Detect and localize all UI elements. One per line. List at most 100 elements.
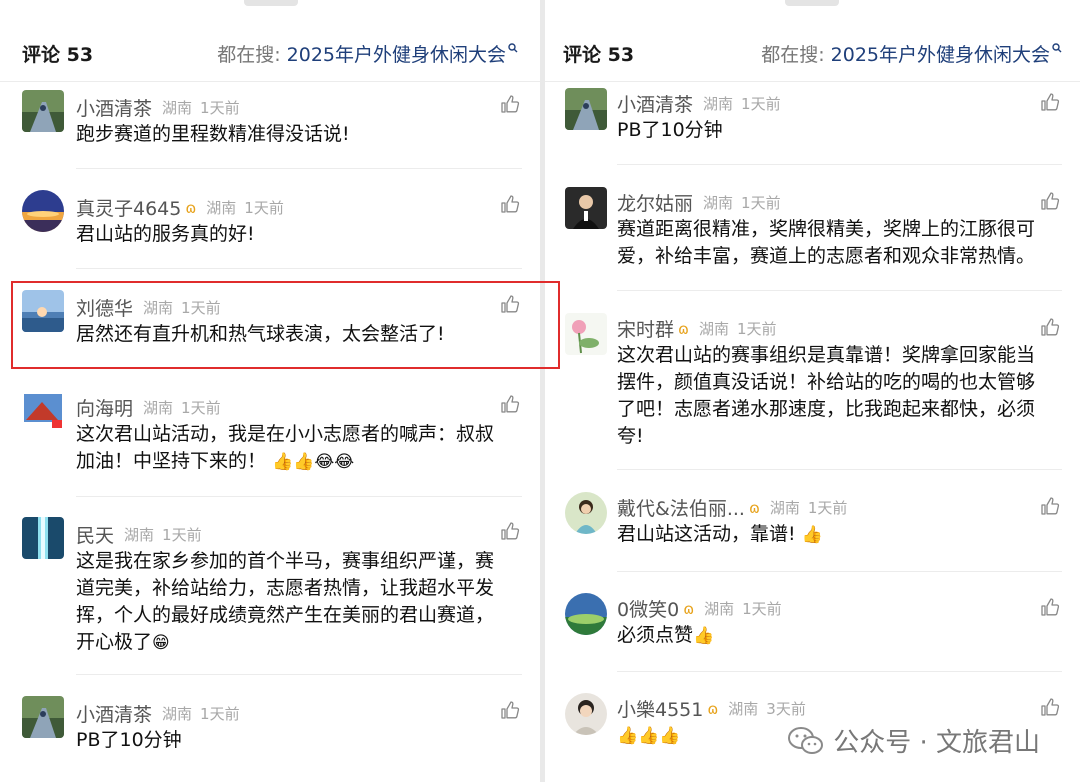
- comment-text: 必须点赞👍: [617, 622, 1060, 650]
- comment-time: 1天前: [181, 399, 221, 417]
- divider: [617, 290, 1062, 291]
- vip-badge-icon: ɷ: [748, 498, 760, 517]
- commenter-name[interactable]: 0微笑0: [617, 595, 679, 622]
- avatar[interactable]: [565, 492, 607, 534]
- comment-time: 1天前: [742, 600, 782, 618]
- comment-text: PB了10分钟: [76, 729, 182, 751]
- comment-text-line: 挥，个人的最好成绩竟然产生在美丽的君山赛道，: [76, 604, 495, 626]
- comment-text: 这次君山站的赛事组织是真靠谱！奖牌拿回家能当 摆件，颜值真没话说！补给站的吃的喝…: [617, 342, 1060, 450]
- comment-text-line: 这是我在家乡参加的首个半马，赛事组织严谨，赛: [76, 550, 495, 572]
- thumb-up-icon[interactable]: [1040, 496, 1060, 516]
- thumb-up-icon[interactable]: [1040, 92, 1060, 112]
- commenter-name[interactable]: 真灵子4645: [76, 194, 181, 221]
- search-hint-keyword: 2025年户外健身休闲大会: [286, 44, 506, 66]
- comment-location: 湖南: [162, 99, 193, 117]
- comment-item: 向海明 湖南 1天前 这次君山站活动，我是在小小志愿者的喊声：叔叔 加油！中坚持…: [0, 390, 540, 500]
- comment-time: 1天前: [244, 199, 284, 217]
- avatar[interactable]: [565, 187, 607, 229]
- comment-item: 真灵子4645 ɷ 湖南 1天前 君山站的服务真的好!: [0, 190, 540, 270]
- wechat-icon: [788, 726, 824, 754]
- search-hint-keyword: 2025年户外健身休闲大会: [830, 44, 1050, 66]
- commenter-name[interactable]: 小酒清茶: [617, 90, 693, 117]
- divider: [617, 164, 1062, 165]
- comment-text-line: 摆件，颜值真没话说！补给站的吃的喝的也太管够: [617, 371, 1036, 393]
- comment-item: 小酒清茶 湖南 1天前 PB了10分钟: [545, 88, 1080, 164]
- comments-count-title: 评论 53: [563, 44, 635, 66]
- comment-location: 湖南: [703, 194, 734, 212]
- comment-time: 1天前: [200, 99, 240, 117]
- trending-search-link[interactable]: 都在搜: 2025年户外健身休闲大会: [217, 40, 518, 67]
- comment-location: 湖南: [704, 600, 735, 618]
- comment-text-line: 爱，补给丰富，赛道上的志愿者和观众非常热情。: [617, 245, 1036, 267]
- commenter-name[interactable]: 小酒清茶: [76, 700, 152, 727]
- emoji: 👍: [693, 626, 715, 646]
- vip-badge-icon: ɷ: [707, 699, 719, 718]
- avatar[interactable]: [22, 90, 64, 132]
- comment-item: 民天 湖南 1天前 这是我在家乡参加的首个半马，赛事组织严谨，赛 道完美，补给站…: [0, 517, 540, 677]
- thumb-up-icon[interactable]: [500, 521, 520, 541]
- thumb-up-icon[interactable]: [500, 194, 520, 214]
- comment-location: 湖南: [143, 399, 174, 417]
- comment-time: 1天前: [741, 95, 781, 113]
- comment-time: 1天前: [741, 194, 781, 212]
- comments-count-title: 评论 53: [22, 44, 94, 66]
- comment-time: 1天前: [162, 526, 202, 544]
- divider: [76, 168, 522, 169]
- avatar[interactable]: [22, 517, 64, 559]
- divider: [617, 571, 1062, 572]
- emoji: 👍👍😂😂: [272, 452, 355, 472]
- thumb-up-icon[interactable]: [1040, 191, 1060, 211]
- comment-text-line: 加油！中坚持下来的！: [76, 450, 267, 472]
- thumb-up-icon[interactable]: [500, 394, 520, 414]
- avatar[interactable]: [565, 313, 607, 355]
- avatar[interactable]: [22, 390, 64, 432]
- trending-search-link[interactable]: 都在搜: 2025年户外健身休闲大会: [761, 40, 1062, 67]
- comments-panel-right: 评论 53 都在搜: 2025年户外健身休闲大会 小酒清茶 湖南 1天前 PB了…: [545, 0, 1080, 782]
- thumb-up-icon[interactable]: [1040, 597, 1060, 617]
- commenter-name[interactable]: 戴代&法伯丽...: [617, 494, 745, 521]
- vip-badge-icon: ɷ: [185, 198, 197, 217]
- emoji: 😁: [152, 633, 170, 653]
- comment-location: 湖南: [162, 705, 193, 723]
- comment-text: 君山站的服务真的好!: [76, 223, 255, 245]
- commenter-name[interactable]: 向海明: [76, 394, 133, 421]
- divider: [617, 671, 1062, 672]
- divider: [76, 268, 522, 269]
- search-icon: [1052, 42, 1062, 52]
- emoji: 👍👍👍: [617, 726, 681, 746]
- comment-location: 湖南: [769, 499, 800, 517]
- comment-item: 龙尔姑丽 湖南 1天前 赛道距离很精准，奖牌很精美，奖牌上的江豚很可 爱，补给丰…: [545, 187, 1080, 287]
- comments-header: 评论 53 都在搜: 2025年户外健身休闲大会: [545, 0, 1080, 82]
- comment-text-line: 这次君山站活动，我是在小小志愿者的喊声：叔叔: [76, 423, 495, 445]
- comment-item: 小酒清茶 湖南 1天前 PB了10分钟: [0, 696, 540, 776]
- thumb-up-icon[interactable]: [500, 94, 520, 114]
- watermark-text: 公众号 · 文旅君山: [833, 728, 1040, 758]
- avatar[interactable]: [22, 696, 64, 738]
- commenter-name[interactable]: 民天: [76, 521, 114, 548]
- vip-badge-icon: ɷ: [678, 319, 689, 338]
- comment-text-line: 赛道距离很精准，奖牌很精美，奖牌上的江豚很可: [617, 218, 1036, 240]
- comment-time: 1天前: [807, 499, 848, 517]
- watermark: 公众号 · 文旅君山: [783, 720, 1044, 761]
- avatar[interactable]: [22, 190, 64, 232]
- thumb-up-icon[interactable]: [500, 700, 520, 720]
- emoji: 👍: [801, 525, 823, 545]
- comment-location: 湖南: [698, 320, 729, 338]
- avatar[interactable]: [565, 88, 607, 130]
- avatar[interactable]: [565, 593, 607, 635]
- search-icon: [508, 42, 518, 52]
- comment-text-line: 开心极了: [76, 631, 153, 653]
- avatar[interactable]: [565, 693, 607, 735]
- thumb-up-icon[interactable]: [1040, 697, 1060, 717]
- comment-location: 湖南: [703, 95, 734, 113]
- comment-text-line: 这次君山站的赛事组织是真靠谱！奖牌拿回家能当: [617, 344, 1036, 366]
- thumb-up-icon[interactable]: [1040, 317, 1060, 337]
- comment-location: 湖南: [728, 700, 759, 718]
- commenter-name[interactable]: 小樂4551: [617, 695, 703, 722]
- commenter-name[interactable]: 小酒清茶: [76, 94, 152, 121]
- commenter-name[interactable]: 宋时群: [617, 315, 674, 342]
- comment-time: 1天前: [736, 320, 777, 338]
- comment-item: 小酒清茶 湖南 1天前 跑步赛道的里程数精准得没话说!: [0, 90, 540, 170]
- commenter-name[interactable]: 龙尔姑丽: [617, 189, 693, 216]
- divider: [76, 674, 522, 675]
